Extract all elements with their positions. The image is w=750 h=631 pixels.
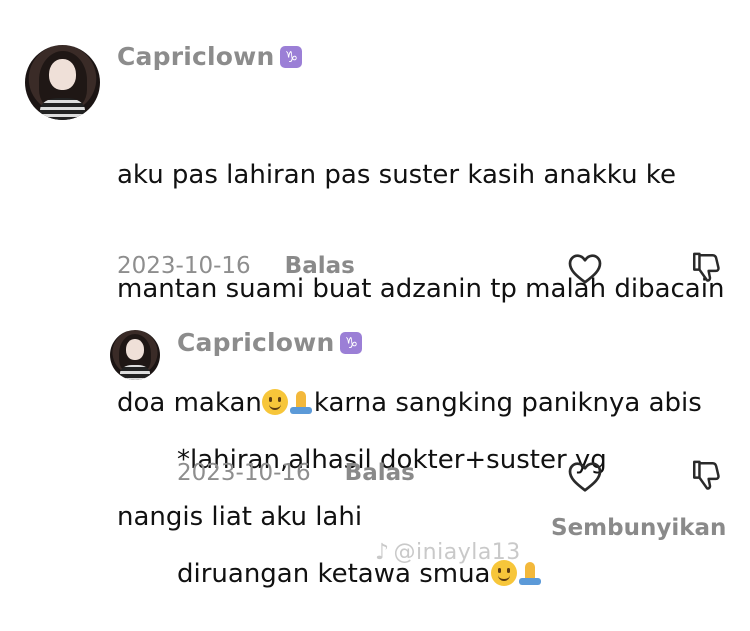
hide-replies-link[interactable]: Sembunyikan xyxy=(551,515,726,541)
capricorn-icon: ♑ xyxy=(280,45,303,68)
username-text[interactable]: Capriclown xyxy=(177,328,334,357)
avatar[interactable] xyxy=(110,330,160,380)
comment-date: 2023-10-16 xyxy=(117,253,251,279)
reply-button[interactable]: Balas xyxy=(345,460,415,486)
capricorn-icon: ♑ xyxy=(340,331,363,354)
like-heart-icon[interactable] xyxy=(567,459,603,493)
comment-meta: 2023-10-16 Balas xyxy=(117,253,355,279)
tiktok-icon: ♪ xyxy=(375,540,390,565)
like-heart-icon[interactable] xyxy=(567,251,603,285)
dislike-icon[interactable] xyxy=(690,250,722,284)
comment-username[interactable]: Capriclown ♑ xyxy=(117,42,303,71)
watermark: ♪ @iniayla13 xyxy=(375,540,521,565)
reply-button[interactable]: Balas xyxy=(285,253,355,279)
comment-line: aku pas lahiran pas suster kasih anakku … xyxy=(117,160,676,190)
reply-date: 2023-10-16 xyxy=(177,460,311,486)
dislike-icon[interactable] xyxy=(690,458,722,492)
watermark-text: @iniayla13 xyxy=(393,540,521,565)
reply-username[interactable]: Capriclown ♑ xyxy=(177,328,363,357)
reply-meta: 2023-10-16 Balas xyxy=(177,460,415,486)
reply-text: *lahiran,alhasil dokter+suster yg diruan… xyxy=(177,365,607,631)
username-text[interactable]: Capriclown xyxy=(117,42,274,71)
avatar[interactable] xyxy=(25,45,100,120)
